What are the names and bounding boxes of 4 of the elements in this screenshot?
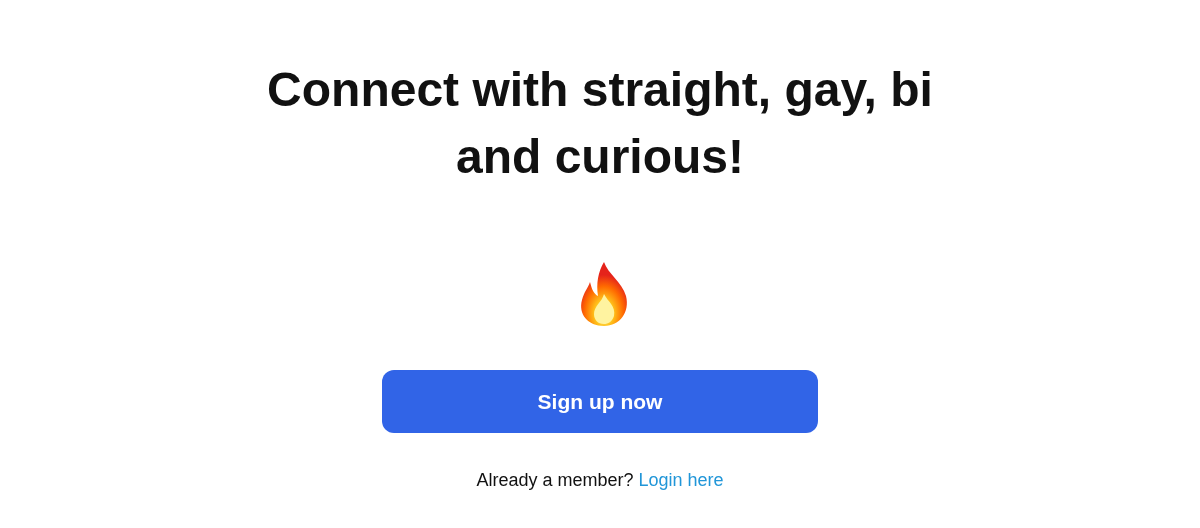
headline: Connect with straight, gay, bi and curious! — [266, 62, 934, 185]
login-link[interactable]: Login here — [638, 470, 724, 490]
sign-up-button[interactable]: Sign up now — [382, 370, 818, 433]
login-prompt: Already a member? Login here — [476, 469, 724, 492]
